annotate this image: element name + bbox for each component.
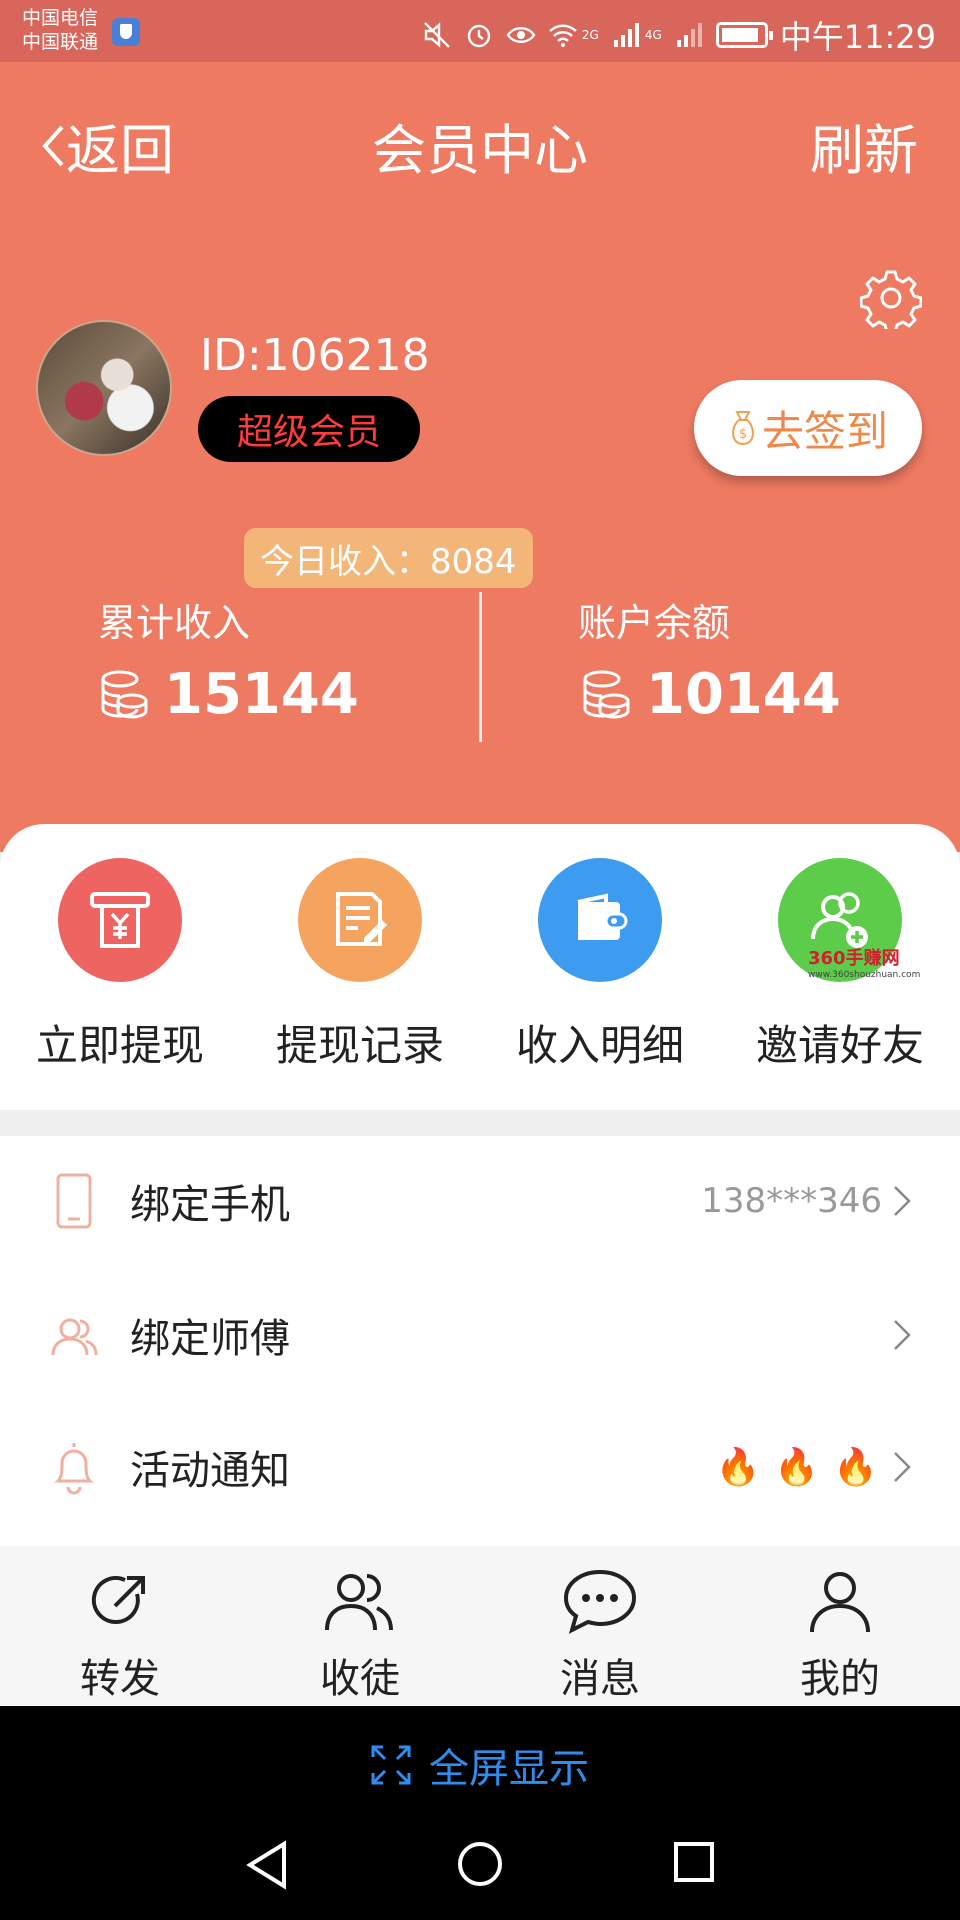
checkin-button[interactable]: $ 去签到 bbox=[694, 380, 922, 476]
tab-mine-label: 我的 bbox=[800, 1656, 880, 1702]
withdraw-now-label: 立即提现 bbox=[35, 1021, 204, 1070]
withdraw-now-button[interactable]: 立即提现 bbox=[0, 858, 240, 1073]
list-item-bind-phone[interactable]: 绑定手机 138***346 bbox=[0, 1136, 960, 1266]
coins-icon bbox=[101, 670, 148, 719]
bottom-tab-bar: 转发 收徒 消息 我的 bbox=[0, 1546, 960, 1706]
network-type-1: 2G bbox=[581, 28, 599, 42]
tab-share[interactable]: 转发 bbox=[0, 1568, 240, 1704]
header-bar: 返回 会员中心 刷新 bbox=[0, 62, 960, 212]
nav-back-icon[interactable] bbox=[244, 1840, 290, 1890]
today-income-badge: 今日收入：8084 bbox=[244, 528, 533, 588]
withdraw-records-button[interactable]: 提现记录 bbox=[240, 858, 480, 1073]
carrier-info: 中国电信 中国联通 bbox=[22, 6, 98, 54]
activity-notice-label: 活动通知 bbox=[130, 1448, 290, 1494]
tab-mine[interactable]: 我的 bbox=[720, 1568, 960, 1704]
eye-comfort-icon bbox=[506, 27, 536, 43]
avatar[interactable] bbox=[36, 320, 172, 456]
bell-icon bbox=[54, 1443, 94, 1495]
gear-icon[interactable] bbox=[860, 267, 922, 329]
withdraw-circle bbox=[58, 858, 182, 982]
status-time: 中午11:29 bbox=[779, 18, 936, 56]
flame-icon: 🔥 bbox=[774, 1447, 820, 1488]
records-circle bbox=[298, 858, 422, 982]
status-bar: 中国电信 中国联通 2G 4G 中午11:29 bbox=[0, 0, 960, 62]
chevron-right-icon bbox=[894, 1452, 911, 1482]
profile-icon bbox=[810, 1572, 870, 1633]
withdraw-records-label: 提现记录 bbox=[275, 1021, 444, 1070]
stats-divider bbox=[479, 592, 482, 742]
bind-master-label: 绑定师傅 bbox=[130, 1316, 290, 1362]
system-nav-area: 全屏显示 bbox=[0, 1706, 960, 1920]
member-panel: ID:106218 超级会员 $ 去签到 今日收入：8084 累计收入 1514… bbox=[0, 212, 960, 852]
security-shield-icon bbox=[112, 18, 140, 46]
recruit-icon bbox=[325, 1574, 393, 1631]
flame-icon: 🔥 bbox=[715, 1447, 761, 1488]
coins-icon bbox=[583, 670, 630, 719]
mute-icon bbox=[424, 22, 450, 48]
site-watermark: 360手赚网 www.360shouzhuan.com bbox=[808, 944, 958, 984]
wifi-icon bbox=[549, 24, 577, 47]
share-icon bbox=[91, 1576, 145, 1624]
balance-label: 账户余额 bbox=[578, 601, 731, 645]
income-details-button[interactable]: 收入明细 bbox=[480, 858, 720, 1073]
bind-phone-value: 138***346 bbox=[701, 1181, 882, 1221]
chevron-right-icon bbox=[894, 1186, 911, 1216]
fullscreen-label: 全屏显示 bbox=[429, 1746, 589, 1792]
record-edit-icon bbox=[336, 892, 387, 946]
list-item-activity-notice[interactable]: 活动通知 🔥 🔥 🔥 bbox=[0, 1402, 960, 1532]
battery-icon bbox=[715, 22, 773, 48]
flame-icon: 🔥 bbox=[833, 1447, 878, 1488]
hot-flames: 🔥 🔥 🔥 bbox=[716, 1446, 878, 1488]
carrier-name-2: 中国联通 bbox=[22, 31, 99, 53]
bind-phone-label: 绑定手机 bbox=[130, 1182, 290, 1228]
balance-value: 10144 bbox=[646, 662, 841, 727]
signal-icon bbox=[613, 23, 639, 47]
tab-messages-label: 消息 bbox=[560, 1656, 640, 1702]
watermark-sub: www.360shouzhuan.com bbox=[808, 970, 921, 980]
tab-recruit[interactable]: 收徒 bbox=[240, 1568, 480, 1704]
tab-messages[interactable]: 消息 bbox=[480, 1568, 720, 1704]
nav-home-icon[interactable] bbox=[456, 1840, 504, 1888]
atm-withdraw-icon bbox=[90, 892, 150, 948]
total-income-value: 15144 bbox=[164, 662, 359, 727]
status-icons: 2G 4G 中午11:29 bbox=[422, 12, 936, 58]
total-income-label: 累计收入 bbox=[98, 601, 251, 645]
income-details-label: 收入明细 bbox=[515, 1021, 684, 1070]
refresh-button[interactable]: 刷新 bbox=[810, 106, 918, 185]
chevron-right-icon bbox=[894, 1320, 911, 1350]
wallet-icon bbox=[577, 893, 628, 940]
member-id: ID:106218 bbox=[200, 330, 430, 381]
users-icon bbox=[51, 1318, 98, 1356]
fullscreen-icon bbox=[371, 1745, 411, 1785]
message-icon bbox=[563, 1569, 637, 1634]
list-item-bind-master[interactable]: 绑定师傅 bbox=[0, 1270, 960, 1400]
phone-icon bbox=[56, 1173, 92, 1229]
money-bag-icon: $ bbox=[732, 411, 754, 446]
tab-recruit-label: 收徒 bbox=[320, 1656, 400, 1702]
invite-friends-label: 邀请好友 bbox=[755, 1021, 924, 1070]
network-type-2: 4G bbox=[644, 28, 662, 42]
nav-recents-icon[interactable] bbox=[672, 1840, 716, 1884]
alarm-icon bbox=[467, 24, 491, 48]
fullscreen-button[interactable]: 全屏显示 bbox=[0, 1736, 960, 1794]
tab-share-label: 转发 bbox=[80, 1656, 160, 1702]
balance-value-row: 10144 bbox=[578, 662, 841, 727]
svg-text:$: $ bbox=[739, 427, 747, 442]
settings-list: 绑定手机 138***346 绑定师傅 活动通知 🔥 🔥 🔥 bbox=[0, 1136, 960, 1546]
quick-actions: 立即提现 提现记录 收入明细 邀请好友 360手赚网 www.360shouzh… bbox=[0, 824, 960, 1110]
income-circle bbox=[538, 858, 662, 982]
total-income-value-row: 15144 bbox=[96, 662, 359, 727]
checkin-label: 去签到 bbox=[761, 406, 888, 456]
carrier-name-1: 中国电信 bbox=[22, 7, 99, 29]
member-level-badge: 超级会员 bbox=[198, 396, 420, 462]
watermark-main: 360手赚网 bbox=[808, 948, 900, 969]
signal-icon bbox=[676, 23, 702, 47]
